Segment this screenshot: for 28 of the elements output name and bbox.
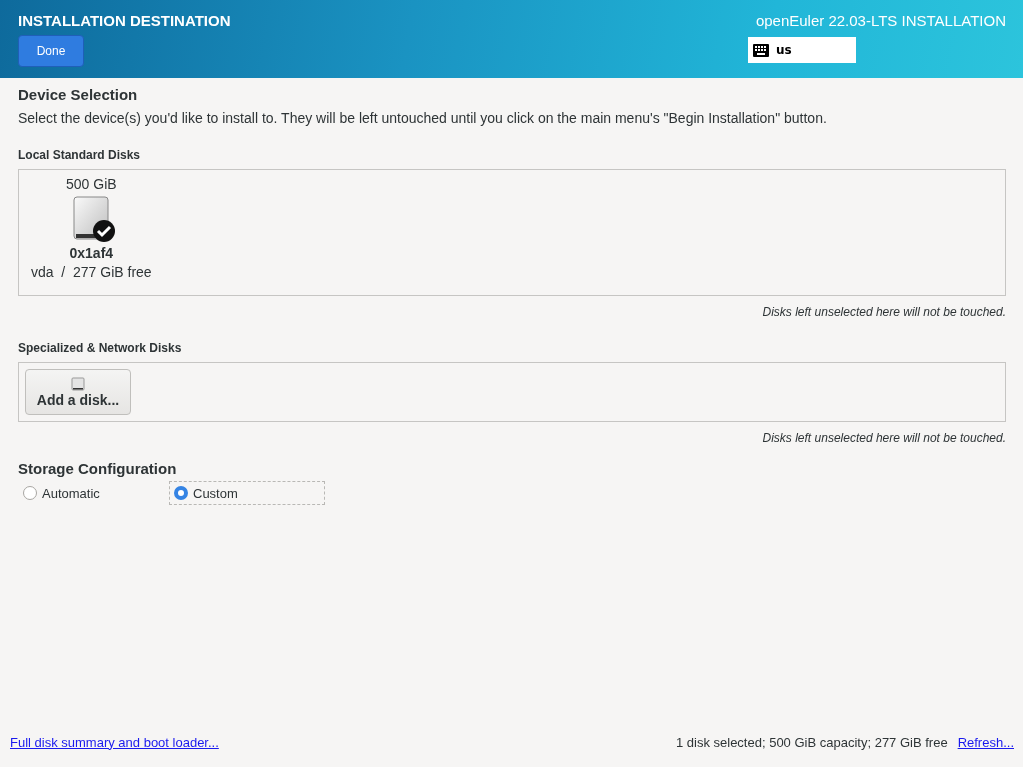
summary-link[interactable]: Full disk summary and boot loader... bbox=[10, 734, 219, 750]
keyboard-layout-label: us bbox=[776, 43, 792, 57]
radio-label: Custom bbox=[193, 485, 238, 501]
done-button[interactable]: Done bbox=[18, 35, 84, 67]
disk-tile[interactable]: 500 GiB 0x1af4 vda / 277 GiB free bbox=[31, 176, 152, 289]
disk-name: 0x1af4 bbox=[69, 245, 114, 261]
disk-size: 500 GiB bbox=[66, 176, 117, 192]
section-heading: Local Standard Disks bbox=[18, 148, 142, 162]
radio-label: Automatic bbox=[42, 485, 100, 501]
page-title: INSTALLATION DESTINATION bbox=[18, 12, 231, 29]
status-text: 1 disk selected; 500 GiB capacity; 277 GiB free bbox=[675, 734, 948, 750]
add-disk-button[interactable]: Add a disk... bbox=[25, 369, 131, 415]
radio-option[interactable]: Automatic bbox=[18, 481, 169, 505]
radio-button[interactable] bbox=[174, 486, 188, 500]
keyboard-icon bbox=[753, 43, 769, 57]
section-heading: Device Selection bbox=[18, 86, 139, 103]
keyboard-layout-indicator[interactable]: us bbox=[748, 37, 856, 63]
radio-button[interactable] bbox=[23, 486, 37, 500]
section-heading: Specialized & Network Disks bbox=[18, 341, 183, 355]
section-heading: Storage Configuration bbox=[18, 460, 178, 477]
hint-text: Disks left unselected here will not be touched. bbox=[761, 305, 1006, 319]
product-title: openEuler 22.03-LTS INSTALLATION bbox=[754, 12, 1006, 29]
disk-details: vda / 277 GiB free bbox=[31, 264, 152, 280]
instruction-text: Select the device(s) you'd like to install to. They will be left untouched until you click on the main menu's "Begin Installation" button. bbox=[18, 110, 828, 126]
radio-option[interactable]: Custom bbox=[169, 481, 325, 505]
selected-hard-disk-icon bbox=[73, 196, 118, 242]
hint-text: Disks left unselected here will not be touched. bbox=[761, 431, 1006, 445]
refresh-link[interactable]: Refresh... bbox=[957, 734, 1014, 750]
